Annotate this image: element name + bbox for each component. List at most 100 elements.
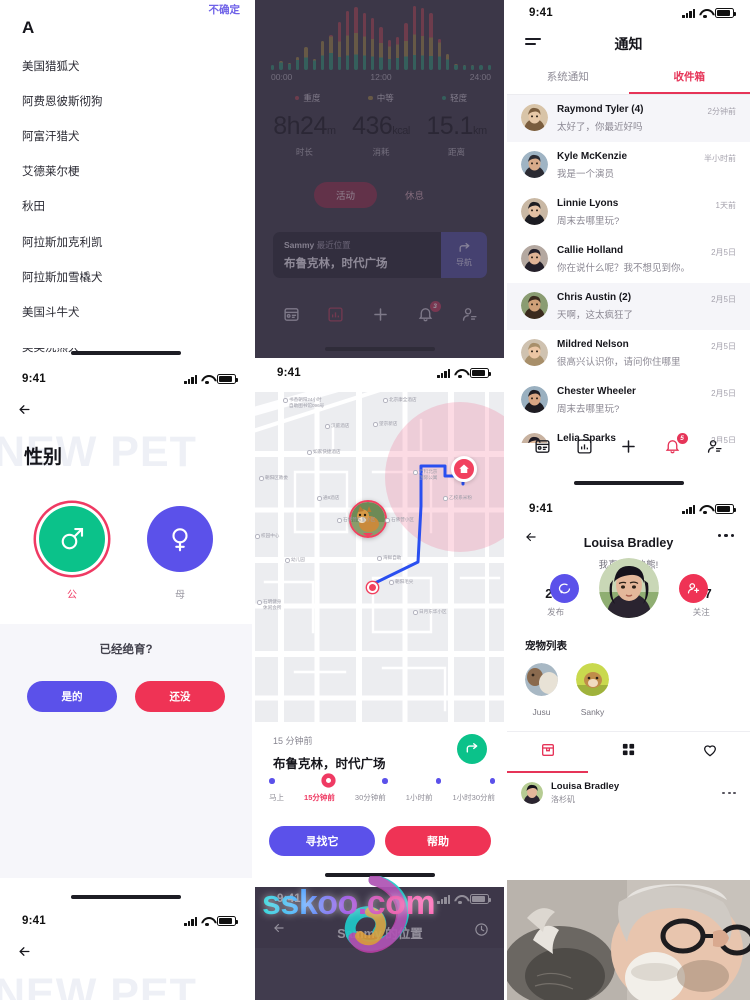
pet-item-jusu[interactable]: Jusu [525, 663, 558, 717]
last-location-card[interactable]: Sammy 最近位置 布鲁克林，时代广场 导航 [273, 232, 487, 278]
timeline-point[interactable] [489, 778, 495, 784]
navigate-button[interactable]: 导航 [441, 232, 487, 278]
pet-item-sanky[interactable]: Sanky [576, 663, 609, 717]
breed-item[interactable]: 阿费恩彼斯彻狗 [22, 83, 242, 118]
map-action-buttons[interactable]: 寻找它 帮助 [269, 826, 491, 856]
activity-mode-toggle[interactable]: 活动 休息 [255, 182, 505, 208]
feed-tabs[interactable] [507, 731, 750, 773]
add-icon[interactable] [619, 437, 638, 461]
breed-item[interactable]: 美国猎狐犬 [22, 48, 242, 83]
breed-item[interactable]: 阿拉斯加雪橇犬 [22, 259, 242, 294]
panel-divider-6 [0, 906, 252, 909]
tab-saved[interactable] [507, 732, 588, 773]
home-marker[interactable] [451, 456, 477, 482]
map-poi-label: 万科北京 国际公寓 [419, 469, 438, 480]
breed-item[interactable]: 艾德莱尔梗 [22, 154, 242, 189]
time-slider[interactable]: 马上 15分钟前 30分钟前 1小时前 1小时30分前 [269, 775, 495, 803]
time-slider-points[interactable] [269, 775, 495, 786]
profile-icon[interactable] [706, 438, 723, 460]
sterilized-yes-button[interactable]: 是的 [27, 681, 117, 712]
chart-bar [279, 60, 283, 70]
back-button[interactable] [16, 944, 33, 964]
gender-option-male[interactable]: 公 [39, 506, 105, 601]
breed-item[interactable]: 阿拉斯加克利凯 [22, 224, 242, 259]
gender-options[interactable]: 公 母 [0, 506, 252, 601]
wifi-icon [699, 505, 711, 514]
chart-bar [295, 56, 300, 70]
notifications-tabs[interactable]: 系统通知 收件箱 [507, 60, 750, 95]
tab-grid[interactable] [588, 732, 669, 773]
timeline-point[interactable] [382, 778, 388, 784]
bell-icon[interactable]: 5 [664, 433, 688, 460]
timeline-label[interactable]: 15分钟前 [304, 792, 335, 803]
message-row[interactable]: Chester Wheeler 周末去哪里玩? 2月5日 [507, 377, 750, 424]
notification-tab[interactable]: 收件箱 [628, 60, 750, 94]
timeline-label[interactable]: 1小时前 [406, 792, 433, 803]
bottom-nav[interactable]: 3 [255, 300, 505, 334]
mode-pill[interactable]: 休息 [383, 182, 446, 208]
status-bar: 9:41 [507, 0, 750, 26]
message-list[interactable]: Raymond Tyler (4) 太好了，你最近好吗 2分钟前 Kyle McKen… [507, 95, 750, 443]
origin-marker[interactable] [367, 582, 378, 593]
sterilized-no-button[interactable]: 还没 [135, 681, 225, 712]
notification-tab[interactable]: 系统通知 [507, 60, 629, 94]
map-canvas[interactable]: 书香朝阳24小时 自助图书馆096号 汉庭酒店 如家快捷酒店 朝阳区教委 望京新店 北京康全… [255, 392, 505, 722]
gender-option-female[interactable]: 母 [147, 506, 213, 601]
message-row[interactable]: Raymond Tyler (4) 太好了，你最近好吗 2分钟前 [507, 95, 750, 142]
post-photo-image [507, 880, 750, 1000]
profile-name: Louisa Bradley [583, 536, 674, 550]
home-indicator [325, 346, 435, 351]
unsure-link[interactable]: 不确定 [209, 2, 241, 17]
bell-badge: 5 [676, 433, 688, 444]
feed-icon[interactable] [283, 306, 300, 328]
timeline-label[interactable]: 30分钟前 [355, 792, 386, 803]
help-button[interactable]: 帮助 [385, 826, 491, 856]
panel-divider-1 [252, 0, 255, 1000]
breed-item[interactable]: 阿富汗猎犬 [22, 118, 242, 153]
profile-icon[interactable] [461, 306, 478, 328]
back-button[interactable] [16, 402, 33, 422]
mode-pill[interactable]: 活动 [313, 182, 377, 208]
stat-block: 8h24m 时长 [273, 112, 336, 158]
follow-button[interactable] [678, 573, 708, 603]
pet-location-screen: 9:41 Sammy 的位置 [255, 360, 505, 884]
timeline-point[interactable] [269, 778, 275, 784]
add-icon[interactable] [371, 305, 390, 329]
more-options-button[interactable] [717, 534, 734, 538]
feed-icon[interactable] [534, 438, 551, 460]
timeline-point[interactable] [435, 778, 442, 784]
share-arrow-icon [466, 743, 478, 753]
map-poi-dot [383, 398, 388, 403]
chart-bar [329, 35, 333, 70]
timeline-point[interactable] [322, 775, 334, 786]
pet-avatars[interactable]: Jusu Sanky [525, 663, 732, 717]
pet-name: Sammy [284, 240, 315, 250]
tab-liked[interactable] [669, 732, 750, 773]
chart-x-axis: 00:00 12:00 24:00 [271, 72, 491, 82]
page-title: 通知 [614, 36, 643, 52]
pet-location-screen-repeat: 9:41 Sammy 的位置 [255, 886, 505, 1000]
message-row[interactable]: Kyle McKenzie 我是一个演员 半小时前 [507, 142, 750, 189]
battery-icon [217, 916, 238, 926]
breed-item[interactable]: 秋田 [22, 189, 242, 224]
message-row[interactable]: Mildred Nelson 很高兴认识你，请问你住哪里 2月5日 [507, 330, 750, 377]
map-poi-label: 日月东华小区 [419, 609, 447, 614]
message-row[interactable]: Chris Austin (2) 天啊，这太疯狂了 2月5日 [507, 283, 750, 330]
message-body: Linnie Lyons 周末去哪里玩? [557, 198, 707, 227]
bottom-nav[interactable]: 5 [507, 432, 750, 466]
stats-icon[interactable] [576, 438, 593, 460]
find-it-button[interactable]: 寻找它 [269, 826, 375, 856]
message-button[interactable] [549, 573, 579, 603]
stats-icon[interactable] [327, 306, 344, 328]
message-row[interactable]: Callie Holland 你在说什么呢？我不想见到你。 2月5日 [507, 236, 750, 283]
bell-icon[interactable]: 3 [417, 301, 441, 328]
post-more-button[interactable] [722, 791, 736, 795]
message-row[interactable]: Linnie Lyons 周末去哪里玩? 1天前 [507, 189, 750, 236]
sterilized-buttons[interactable]: 是的 还没 [0, 681, 252, 712]
back-button[interactable] [523, 530, 539, 549]
timeline-label[interactable]: 1小时30分前 [452, 792, 495, 803]
timeline-label[interactable]: 马上 [269, 792, 284, 803]
share-button[interactable] [457, 734, 487, 764]
status-bar: 9:41 [255, 360, 505, 386]
post-photo[interactable] [507, 880, 750, 1000]
